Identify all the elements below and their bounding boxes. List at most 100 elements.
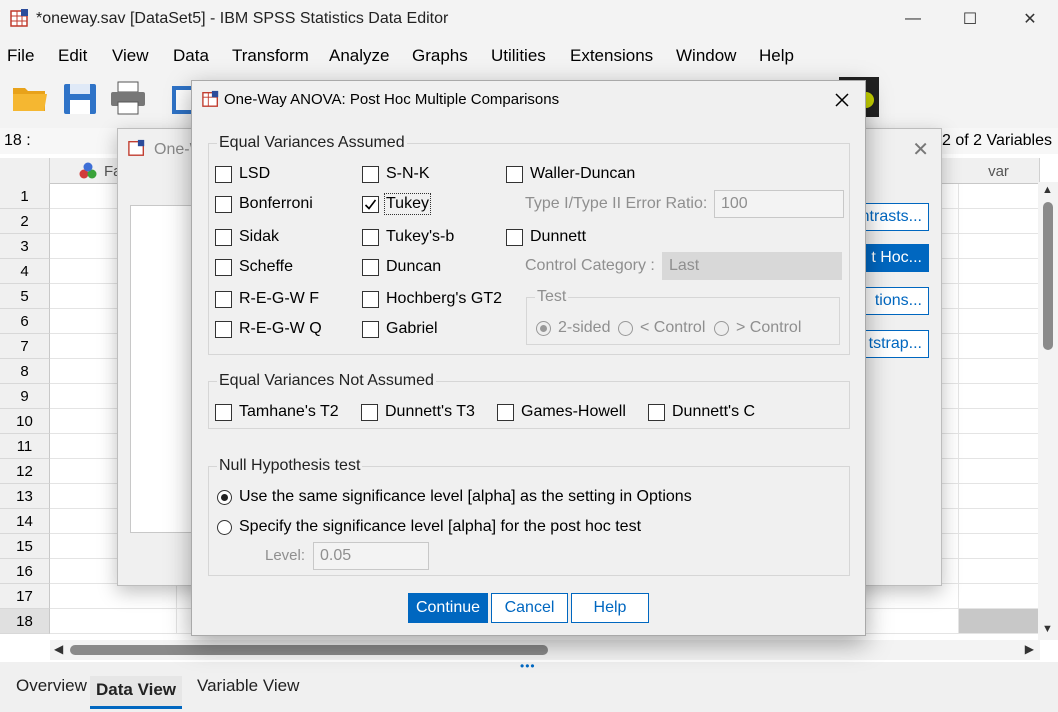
side-grip-icon[interactable]: ⋮ bbox=[1052, 398, 1058, 416]
scroll-left-icon[interactable]: ◀ bbox=[54, 642, 63, 656]
row-header[interactable]: 1 bbox=[0, 184, 50, 209]
scroll-right-icon[interactable]: ▶ bbox=[1025, 642, 1034, 656]
menu-help[interactable]: Help bbox=[759, 46, 794, 66]
window-title: *oneway.sav [DataSet5] - IBM SPSS Statis… bbox=[36, 10, 449, 27]
spss-dialog-icon bbox=[128, 139, 145, 156]
checkbox-games-howell[interactable]: Games-Howell bbox=[497, 403, 626, 421]
level-label: Level: bbox=[265, 547, 306, 564]
contrasts-button[interactable]: ntrasts... bbox=[861, 203, 929, 231]
checkbox-duncan[interactable]: Duncan bbox=[362, 258, 441, 276]
bootstrap-button[interactable]: tstrap... bbox=[863, 330, 929, 358]
continue-button[interactable]: Continue bbox=[408, 593, 488, 623]
cancel-button[interactable]: Cancel bbox=[491, 593, 568, 623]
checkbox-sidak[interactable]: Sidak bbox=[215, 228, 279, 246]
options-button[interactable]: tions... bbox=[863, 287, 929, 315]
column-header-label: var bbox=[988, 162, 1009, 180]
help-button[interactable]: Help bbox=[571, 593, 649, 623]
row-header[interactable]: 11 bbox=[0, 434, 50, 459]
row-header[interactable]: 2 bbox=[0, 209, 50, 234]
checkbox-tukeys-b[interactable]: Tukey's-b bbox=[362, 228, 454, 246]
splitter-grip-icon[interactable]: ••• bbox=[520, 659, 536, 673]
level-input[interactable]: 0.05 bbox=[313, 542, 429, 570]
control-category-label: Control Category : bbox=[525, 257, 655, 274]
dialog-title: One-Way ANOVA: Post Hoc Multiple Compari… bbox=[224, 91, 560, 108]
row-header[interactable]: 13 bbox=[0, 484, 50, 509]
variable-list[interactable] bbox=[130, 205, 200, 533]
row-header[interactable]: 18 bbox=[0, 609, 50, 634]
row-header[interactable]: 9 bbox=[0, 384, 50, 409]
menu-transform[interactable]: Transform bbox=[232, 46, 309, 66]
checkbox-tamhanes-t2[interactable]: Tamhane's T2 bbox=[215, 403, 339, 421]
close-icon[interactable]: ✕ bbox=[912, 137, 929, 162]
title-bar: *oneway.sav [DataSet5] - IBM SPSS Statis… bbox=[0, 0, 1058, 38]
checkbox-snk[interactable]: S-N-K bbox=[362, 165, 430, 183]
row-header[interactable]: 17 bbox=[0, 584, 50, 609]
row-header[interactable]: 4 bbox=[0, 259, 50, 284]
row-header[interactable]: 15 bbox=[0, 534, 50, 559]
dialog-close-button[interactable] bbox=[829, 87, 855, 113]
visible-variables-count: 2 of 2 Variables bbox=[942, 132, 1052, 149]
row-header[interactable]: 5 bbox=[0, 284, 50, 309]
maximize-button[interactable]: ☐ bbox=[950, 4, 990, 34]
checkbox-tukey[interactable]: Tukey bbox=[362, 193, 431, 215]
error-ratio-input[interactable]: 100 bbox=[714, 190, 844, 218]
menu-file[interactable]: File bbox=[7, 46, 34, 66]
menu-data[interactable]: Data bbox=[173, 46, 209, 66]
control-category-select[interactable]: Last bbox=[662, 252, 842, 280]
group-label: Equal Variances Not Assumed bbox=[217, 372, 436, 390]
tab-overview[interactable]: Overview bbox=[16, 676, 87, 696]
row-header[interactable]: 8 bbox=[0, 359, 50, 384]
menu-graphs[interactable]: Graphs bbox=[412, 46, 468, 66]
save-icon[interactable] bbox=[60, 78, 100, 118]
scroll-down-icon[interactable]: ▼ bbox=[1042, 623, 1053, 635]
close-icon bbox=[835, 93, 849, 107]
spss-app-icon bbox=[10, 9, 28, 27]
tab-variable-view[interactable]: Variable View bbox=[197, 676, 299, 696]
checkbox-gabriel[interactable]: Gabriel bbox=[362, 320, 438, 338]
menu-extensions[interactable]: Extensions bbox=[570, 46, 653, 66]
selected-cell[interactable] bbox=[958, 609, 1040, 633]
row-header[interactable]: 10 bbox=[0, 409, 50, 434]
checkbox-dunnett[interactable]: Dunnett bbox=[506, 228, 586, 246]
checkbox-regw-f[interactable]: R-E-G-W F bbox=[215, 290, 319, 308]
radio-specify-significance-level[interactable]: Specify the significance level [alpha] f… bbox=[217, 518, 641, 536]
horizontal-scrollbar[interactable]: ◀ ▶ bbox=[50, 640, 1040, 660]
post-hoc-button[interactable]: t Hoc... bbox=[863, 244, 929, 272]
open-folder-icon[interactable] bbox=[10, 78, 50, 118]
radio-greater-than-control[interactable]: > Control bbox=[714, 319, 801, 337]
scroll-up-icon[interactable]: ▲ bbox=[1042, 184, 1053, 196]
checkbox-waller-duncan[interactable]: Waller-Duncan bbox=[506, 165, 635, 183]
column-header-var[interactable]: var bbox=[958, 158, 1040, 184]
close-button[interactable]: ✕ bbox=[1010, 4, 1050, 34]
radio-2-sided[interactable]: 2-sided bbox=[536, 319, 610, 337]
checkbox-lsd[interactable]: LSD bbox=[215, 165, 270, 183]
menu-analyze[interactable]: Analyze bbox=[329, 46, 389, 66]
tab-data-view[interactable]: Data View bbox=[90, 676, 183, 709]
checkbox-dunnetts-c[interactable]: Dunnett's C bbox=[648, 403, 755, 421]
row-header[interactable]: 6 bbox=[0, 309, 50, 334]
checkbox-bonferroni[interactable]: Bonferroni bbox=[215, 195, 313, 213]
radio-less-than-control[interactable]: < Control bbox=[618, 319, 705, 337]
menu-window[interactable]: Window bbox=[676, 46, 736, 66]
post-hoc-dialog: One-Way ANOVA: Post Hoc Multiple Compari… bbox=[191, 80, 866, 636]
checkbox-regw-q[interactable]: R-E-G-W Q bbox=[215, 320, 322, 338]
corner-cell[interactable] bbox=[0, 158, 50, 184]
menu-utilities[interactable]: Utilities bbox=[491, 46, 546, 66]
maximize-icon: ☐ bbox=[962, 11, 978, 28]
print-icon[interactable] bbox=[108, 78, 148, 118]
checkbox-scheffe[interactable]: Scheffe bbox=[215, 258, 293, 276]
radio-same-significance-level[interactable]: Use the same significance level [alpha] … bbox=[217, 488, 692, 506]
row-header[interactable]: 3 bbox=[0, 234, 50, 259]
menu-edit[interactable]: Edit bbox=[58, 46, 87, 66]
horizontal-scroll-thumb[interactable] bbox=[70, 645, 548, 655]
checkbox-hochbergs-gt2[interactable]: Hochberg's GT2 bbox=[362, 290, 502, 308]
row-header[interactable]: 7 bbox=[0, 334, 50, 359]
row-header[interactable]: 12 bbox=[0, 459, 50, 484]
menu-view[interactable]: View bbox=[112, 46, 149, 66]
scroll-thumb[interactable] bbox=[1043, 202, 1053, 350]
minimize-button[interactable]: — bbox=[893, 4, 933, 34]
row-header[interactable]: 14 bbox=[0, 509, 50, 534]
row-header[interactable]: 16 bbox=[0, 559, 50, 584]
cell-reference: 18 : bbox=[4, 132, 31, 149]
checkbox-dunnetts-t3[interactable]: Dunnett's T3 bbox=[361, 403, 475, 421]
